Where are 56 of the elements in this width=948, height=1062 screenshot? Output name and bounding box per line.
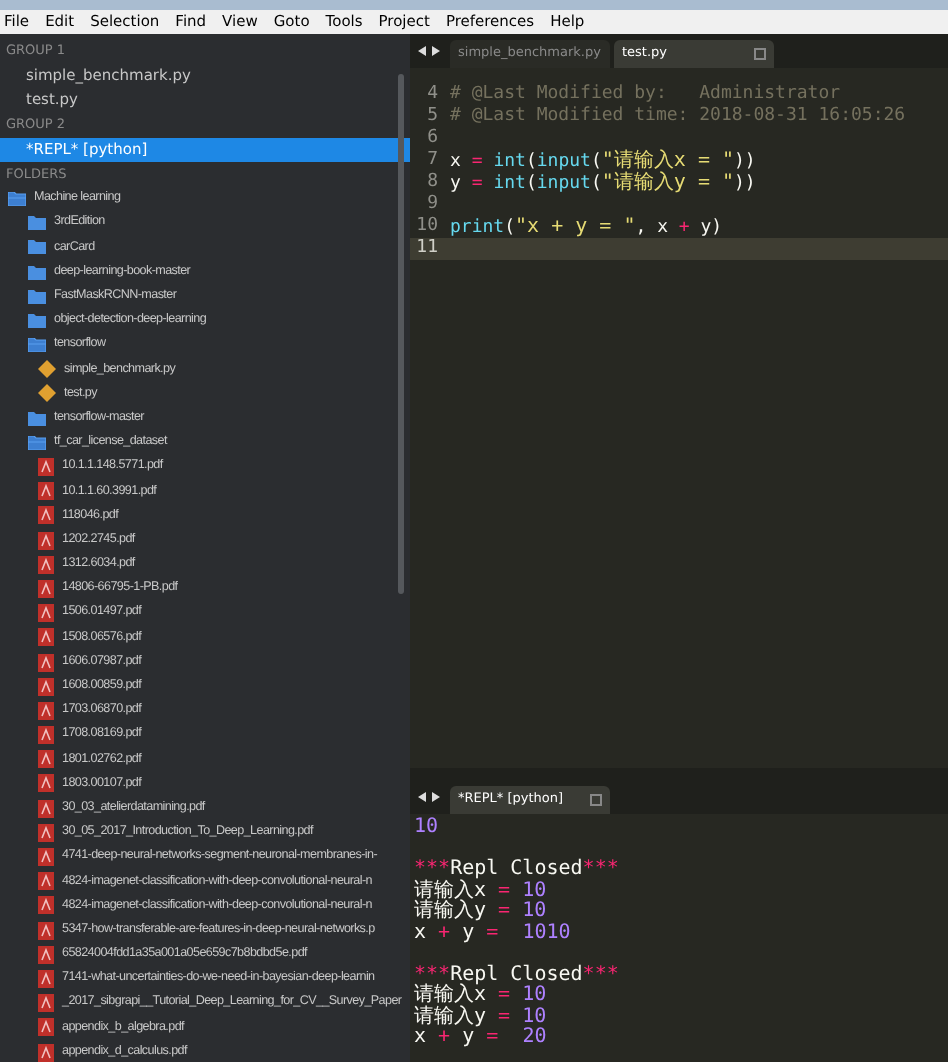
pdf-file-icon [38,1018,54,1037]
pdf-file-icon [38,677,54,696]
code-line: x = int(input("请输入x = ")) [450,151,756,171]
line-number: 4 [425,86,440,104]
tab-close-icon[interactable] [590,794,602,806]
pdf-file-icon [38,848,54,866]
open-folder-icon [28,435,46,450]
code-line: print("x + y = ", x + y) [450,217,723,237]
pdf-file-icon [38,823,54,842]
pdf-file-icon [38,774,54,793]
pdf-file-icon [38,1043,54,1061]
pdf-file-icon [38,506,54,525]
open-folder-icon [8,191,26,206]
repl-line: x + y = 1010 [414,923,571,944]
pdf-file-icon [38,458,54,476]
folder-icon [28,411,46,426]
repl-line: x + y = 20 [414,1028,547,1049]
pdf-file-icon [38,726,54,745]
pdf-file-icon [38,531,54,550]
line-number: 10 [414,218,440,236]
repl-line: 请输入y = 10 [414,1007,547,1028]
repl-line: 10 [414,818,439,839]
line-number: 5 [425,108,440,126]
tab-close-icon[interactable] [754,48,766,60]
pdf-file-icon [38,945,54,964]
pdf-file-icon [38,799,54,818]
repl-line: ***Repl Closed*** [414,965,619,986]
repl-line: 请输入x = 10 [414,986,547,1007]
line-number: 8 [425,174,440,192]
pdf-file-icon [38,555,54,574]
pdf-file-icon [38,994,54,1013]
pdf-file-icon [38,653,54,671]
pdf-file-icon [38,604,54,623]
open-folder-icon [28,338,46,353]
pdf-file-icon [38,701,54,720]
tab-arrows-icon[interactable] [418,46,440,56]
pdf-file-icon [38,579,54,598]
repl-line: ***Repl Closed*** [414,860,619,881]
pdf-file-icon [38,750,54,769]
code-line: # @Last Modified time: 2018-08-31 16:05:26 [450,108,906,126]
pdf-file-icon [38,921,54,940]
line-number: 9 [425,196,440,214]
repl-line: 请输入y = 10 [414,902,547,923]
tab-arrows-icon[interactable] [418,792,440,802]
code-line: # @Last Modified by: Administrator [450,86,841,104]
repl-line: 请输入x = 10 [414,881,547,902]
pdf-file-icon [38,482,54,501]
pdf-file-icon [38,896,54,915]
scrollbar-thumb[interactable] [398,74,404,594]
pdf-file-icon [38,628,54,647]
pdf-file-icon [38,969,54,988]
line-number: 7 [425,152,440,170]
line-number: 11 [414,240,440,258]
code-line: y = int(input("请输入y = ")) [450,173,756,193]
line-number: 6 [425,130,440,148]
pdf-file-icon [38,872,54,891]
